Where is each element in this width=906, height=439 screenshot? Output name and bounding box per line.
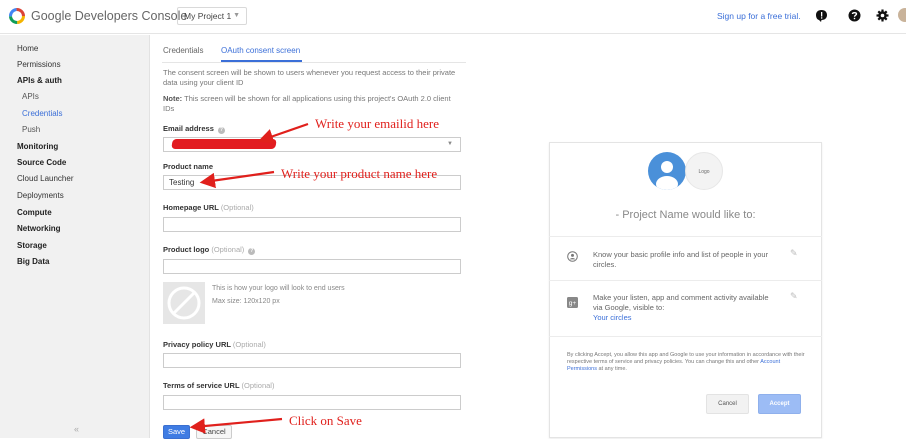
preview-cancel-button[interactable]: Cancel [706,394,749,414]
profile-circle-icon [567,251,578,262]
preview-accept-button[interactable]: Accept [758,394,801,414]
product-annotation: Write your product name here [281,166,438,181]
permission-activity-text: Make your listen, app and comment activi… [593,293,769,312]
person-silhouette-icon [656,161,678,190]
product-annotation-arrow [199,170,275,189]
app-logo-placeholder: Logo [685,152,723,190]
email-annotation-arrow [257,122,309,144]
permission-basic-profile: Know your basic profile info and list of… [593,250,769,269]
google-plus-icon: g+ [567,297,578,308]
footer-text-after: at any time. [596,366,627,372]
permission-activity: Make your listen, app and comment activi… [593,293,779,323]
user-avatar-placeholder [648,152,686,190]
consent-footer-text: By clicking Accept, you allow this app a… [567,352,807,373]
svg-text:g+: g+ [569,300,577,307]
preview-divider [549,280,822,281]
preview-divider [549,336,822,337]
consent-title: - Project Name would like to: [615,209,756,221]
edit-pencil-icon[interactable]: ✎ [790,248,798,259]
save-annotation-arrow [189,417,283,434]
save-annotation: Click on Save [289,413,362,428]
preview-divider [549,236,822,237]
edit-pencil-icon[interactable]: ✎ [790,291,798,302]
your-circles-link[interactable]: Your circles [593,313,632,322]
email-annotation: Write your emailid here [315,116,440,131]
